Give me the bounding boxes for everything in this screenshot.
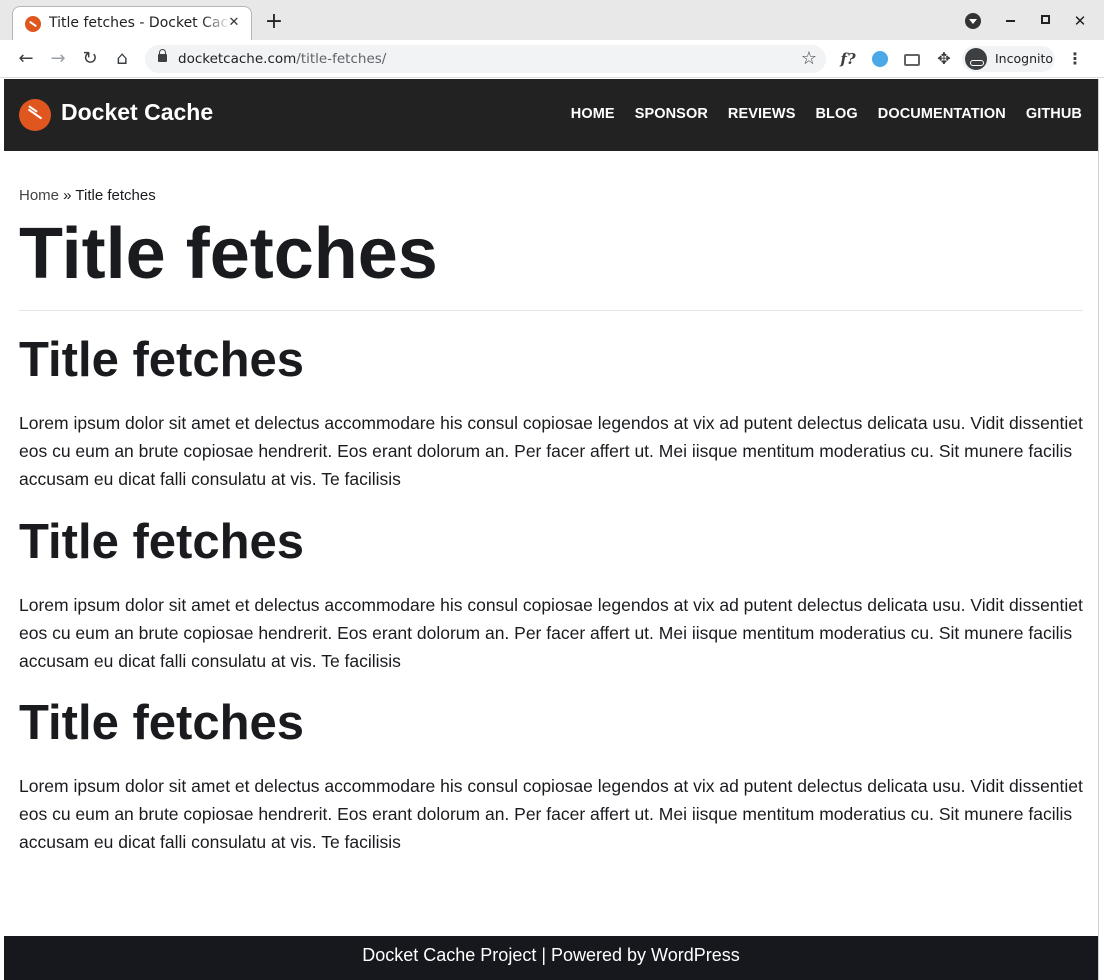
nav-documentation[interactable]: DOCUMENTATION	[878, 106, 1006, 122]
incognito-icon	[965, 48, 987, 70]
title-divider	[19, 310, 1083, 311]
nav-reviews[interactable]: REVIEWS	[728, 106, 796, 122]
section-paragraph: Lorem ipsum dolor sit amet et delectus a…	[19, 776, 1083, 852]
tab-search-icon[interactable]	[960, 8, 986, 34]
breadcrumb-separator: »	[59, 187, 76, 204]
window-minimize-icon[interactable]	[997, 8, 1023, 34]
section-heading: Title fetches	[19, 515, 305, 569]
breadcrumb: Home » Title fetches	[19, 187, 156, 204]
browser-tabstrip: Title fetches - Docket Cache ✕ + ✕	[0, 0, 1104, 41]
nav-home[interactable]: HOME	[571, 106, 615, 122]
browser-tab-active[interactable]: Title fetches - Docket Cache ✕	[12, 6, 252, 41]
section-heading: Title fetches	[19, 333, 305, 387]
tab-close-icon[interactable]: ✕	[225, 14, 243, 32]
browser-menu-icon[interactable]: ⋮	[1064, 48, 1086, 70]
breadcrumb-current: Title fetches	[75, 187, 156, 204]
lock-icon[interactable]	[158, 49, 167, 62]
site-title-link[interactable]: Docket Cache	[61, 99, 213, 126]
font-extension-icon[interactable]: f?	[836, 48, 860, 70]
nav-blog[interactable]: BLOG	[815, 106, 857, 122]
page-viewport: Docket Cache HOME SPONSOR REVIEWS BLOG D…	[4, 79, 1098, 980]
section-paragraph: Lorem ipsum dolor sit amet et delectus a…	[19, 413, 1083, 489]
back-arrow-icon[interactable]: ←	[13, 46, 39, 72]
nav-sponsor[interactable]: SPONSOR	[635, 106, 708, 122]
window-close-icon[interactable]: ✕	[1067, 8, 1093, 34]
url-path: /title-fetches/	[296, 51, 387, 67]
cloud-extension-icon[interactable]	[868, 48, 892, 70]
page-title: Title fetches	[19, 214, 438, 294]
bookmark-star-icon[interactable]: ☆	[801, 48, 817, 70]
browser-toolbar: ← → ↻ ⌂ docketcache.com/title-fetches/ ☆…	[0, 40, 1104, 78]
url-host: docketcache.com	[178, 51, 297, 67]
incognito-label: Incognito	[995, 51, 1054, 66]
section-paragraph: Lorem ipsum dolor sit amet et delectus a…	[19, 595, 1083, 671]
site-favicon-icon	[25, 16, 41, 32]
url-text[interactable]: docketcache.com/title-fetches/	[178, 51, 386, 67]
reload-icon[interactable]: ↻	[77, 46, 103, 72]
site-header: Docket Cache HOME SPONSOR REVIEWS BLOG D…	[4, 79, 1098, 151]
nav-github[interactable]: GITHUB	[1026, 106, 1082, 122]
footer-text: Docket Cache Project | Powered by WordPr…	[362, 945, 740, 965]
home-icon[interactable]: ⌂	[109, 46, 135, 72]
extensions-puzzle-icon[interactable]: ✥	[932, 48, 956, 70]
window-maximize-icon[interactable]	[1032, 8, 1058, 34]
tab-title: Title fetches - Docket Cache	[49, 15, 231, 31]
site-nav: HOME SPONSOR REVIEWS BLOG DOCUMENTATION …	[571, 106, 1082, 122]
forward-arrow-icon[interactable]: →	[45, 46, 71, 72]
section-heading: Title fetches	[19, 696, 305, 750]
incognito-badge[interactable]: Incognito	[962, 46, 1055, 72]
site-logo-icon[interactable]	[19, 99, 51, 131]
breadcrumb-home-link[interactable]: Home	[19, 187, 59, 204]
camera-extension-icon[interactable]	[900, 48, 924, 70]
address-bar[interactable]: docketcache.com/title-fetches/ ☆	[145, 45, 826, 73]
window-right-edge	[1098, 79, 1104, 980]
new-tab-button[interactable]: +	[262, 10, 286, 34]
site-footer: Docket Cache Project | Powered by WordPr…	[4, 936, 1098, 980]
